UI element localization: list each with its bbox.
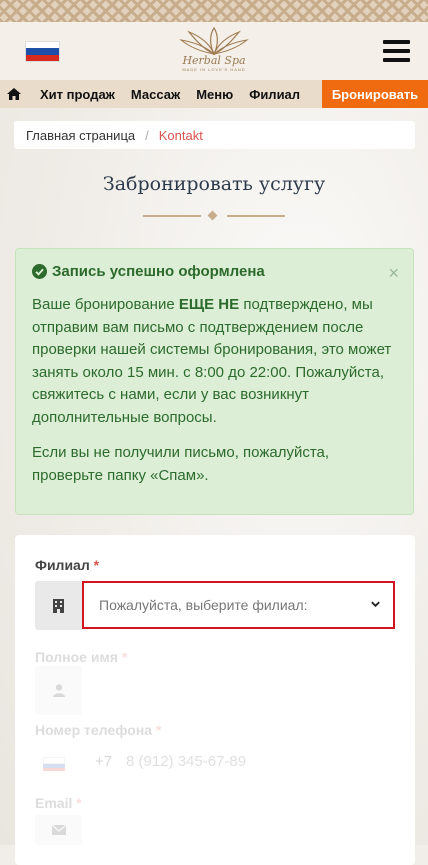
phone-input[interactable]: 8 (912) 345-67-89 [126,753,246,770]
branch-label-text: Филиал [35,557,90,573]
divider-line-right [227,215,285,217]
hamburger-bar [383,40,410,44]
site-logo[interactable]: Herbal Spa MADE IN LOVE'S HAND [176,24,252,78]
nav-item-bestsellers[interactable]: Хит продаж [40,87,115,102]
divider-diamond-icon [207,210,218,221]
hamburger-bar [383,58,410,62]
breadcrumb-current: Kontakt [158,127,203,143]
logo-subtitle: MADE IN LOVE'S HAND [182,67,246,72]
alert-spam-note: Если вы не получили письмо, пожалуйста, … [32,444,330,484]
menu-hamburger-icon[interactable] [383,40,410,62]
building-icon [35,581,82,630]
phone-country-flag[interactable] [43,757,65,771]
required-mark: * [121,649,128,665]
page-title: Забронировать услугу [102,173,326,195]
alert-heading-text: Запись успешно оформлена [52,263,265,280]
check-circle-icon [32,264,47,279]
phone-country-code: +7 [95,753,113,770]
name-label-text: Полное имя [35,649,118,665]
hamburger-bar [383,49,410,53]
nav-item-menu[interactable]: Меню [196,87,233,102]
alert-message-rest: подтверждено, мы отправим вам письмо с п… [32,296,392,426]
phone-label-text: Номер телефона [35,722,153,738]
nav-item-massage[interactable]: Массаж [131,87,180,102]
email-label-text: Email [35,795,73,811]
required-mark: * [76,795,82,811]
flag-stripe-red [43,768,65,771]
email-label: Email * [35,795,82,811]
decorative-pattern-bar [0,0,428,22]
alert-message: Ваше бронирование ЕЩЕ НЕ подтверждено, м… [32,294,397,429]
breadcrumb-separator: / [145,127,149,143]
language-flag-ru[interactable] [25,41,60,62]
alert-close-icon[interactable]: × [388,263,399,284]
branch-select[interactable]: Пожалуйста, выберите филиал: [82,581,395,629]
nav-item-branch[interactable]: Филиал [249,87,300,102]
lotus-logo-icon [179,26,249,56]
logo-text: Herbal Spa [182,54,246,67]
flag-stripe-red [26,54,59,61]
home-icon[interactable] [0,88,28,100]
branch-select-placeholder: Пожалуйста, выберите филиал: [99,597,308,613]
name-label: Полное имя * [35,649,127,665]
title-divider [143,210,285,221]
breadcrumb-home-link[interactable]: Главная страница [26,128,135,143]
branch-label: Филиал * [35,557,99,573]
required-mark: * [155,722,162,738]
success-alert: Запись успешно оформлена × Ваше брониров… [15,248,414,515]
divider-line-left [143,215,201,217]
alert-message-start: Ваше бронирование [32,296,179,313]
chevron-down-icon [371,601,380,608]
flag-stripe-white [43,757,65,764]
user-icon [35,666,82,715]
required-mark: * [93,557,100,573]
breadcrumb: Главная страница / Kontakt [14,121,415,149]
alert-message-bold: ЕЩЕ НЕ [178,296,240,313]
main-navigation: Хит продаж Массаж Меню Филиал Бронироват… [0,80,428,108]
envelope-icon [35,815,82,845]
book-button[interactable]: Бронировать [322,80,428,108]
alert-heading: Запись успешно оформлена [32,263,397,280]
site-header: Herbal Spa MADE IN LOVE'S HAND [0,22,428,80]
phone-label: Номер телефона * [35,722,161,738]
